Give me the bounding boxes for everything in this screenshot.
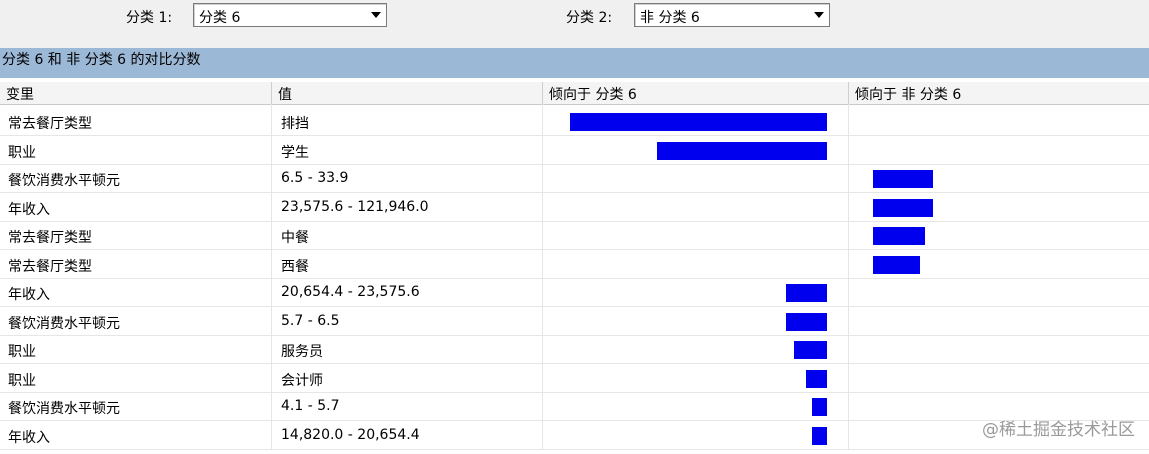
category1-label: 分类 1:: [126, 10, 173, 26]
table-row[interactable]: 常去餐厅类型 排挡: [0, 108, 1149, 136]
table-row[interactable]: 常去餐厅类型 中餐: [0, 222, 1149, 250]
row-value: 23,575.6 - 121,946.0: [281, 198, 429, 215]
table-row[interactable]: 餐饮消费水平顿元 6.5 - 33.9: [0, 165, 1149, 193]
table-row[interactable]: 年收入 20,654.4 - 23,575.6: [0, 279, 1149, 307]
column-header-favor-b[interactable]: 倾向于 非 分类 6: [855, 84, 961, 104]
row-variable: 常去餐厅类型: [8, 230, 92, 246]
row-value: 14,820.0 - 20,654.4: [281, 426, 420, 443]
column-header-favor-a[interactable]: 倾向于 分类 6: [549, 84, 637, 104]
table-row[interactable]: 年收入 14,820.0 - 20,654.4: [0, 422, 1149, 450]
category1-select[interactable]: 分类 6: [193, 3, 387, 27]
table-row[interactable]: 常去餐厅类型 西餐: [0, 251, 1149, 279]
row-variable: 餐饮消费水平顿元: [8, 173, 120, 189]
score-bar-favor-b: [873, 170, 933, 188]
category2-selected-value: 非 分类 6: [640, 10, 700, 26]
row-variable: 职业: [8, 144, 36, 161]
row-value: 排挡: [281, 116, 309, 132]
row-value: 6.5 - 33.9: [281, 170, 349, 186]
row-value: 5.7 - 6.5: [281, 312, 340, 329]
row-value: 中餐: [281, 230, 309, 246]
panel-title-bar: 分类 6 和 非 分类 6 的对比分数: [0, 48, 1149, 78]
score-bar-favor-a: [794, 341, 827, 359]
score-bar-favor-a: [657, 141, 827, 160]
category1-selected-value: 分类 6: [199, 10, 241, 26]
column-divider[interactable]: [542, 82, 543, 104]
score-bar-favor-a: [812, 426, 827, 445]
table-row[interactable]: 年收入 23,575.6 - 121,946.0: [0, 194, 1149, 222]
row-variable: 年收入: [8, 201, 50, 218]
toolbar: 分类 1: 分类 6 分类 2: 非 分类 6: [0, 0, 1149, 48]
row-variable: 常去餐厅类型: [8, 258, 92, 275]
table-row[interactable]: 餐饮消费水平顿元 4.1 - 5.7: [0, 393, 1149, 421]
table-row[interactable]: 职业 会计师: [0, 365, 1149, 393]
table-header: 变里 值 倾向于 分类 6 倾向于 非 分类 6: [0, 82, 1149, 105]
row-variable: 职业: [8, 344, 36, 360]
chevron-down-icon: [814, 12, 824, 18]
category2-label: 分类 2:: [566, 10, 613, 26]
table-row[interactable]: 职业 学生: [0, 137, 1149, 165]
column-gridline: [271, 104, 272, 450]
row-variable: 餐饮消费水平顿元: [8, 401, 120, 417]
column-gridline: [848, 104, 849, 450]
score-bar-favor-a: [570, 113, 827, 131]
row-variable: 职业: [8, 372, 36, 389]
row-variable: 年收入: [8, 287, 50, 303]
row-variable: 常去餐厅类型: [8, 116, 92, 132]
chevron-down-icon: [371, 12, 381, 18]
score-bar-favor-a: [786, 284, 827, 302]
column-header-variable[interactable]: 变里: [6, 84, 34, 104]
row-value: 20,654.4 - 23,575.6: [281, 284, 420, 300]
score-bar-favor-a: [806, 369, 827, 388]
row-variable: 餐饮消费水平顿元: [8, 315, 120, 332]
column-divider[interactable]: [271, 82, 272, 104]
score-bar-favor-b: [873, 227, 925, 245]
score-bar-favor-a: [812, 398, 827, 416]
row-value: 会计师: [281, 372, 323, 389]
category2-select[interactable]: 非 分类 6: [634, 3, 830, 27]
table-row[interactable]: 职业 服务员: [0, 336, 1149, 364]
row-value: 4.1 - 5.7: [281, 398, 340, 414]
table-row[interactable]: 餐饮消费水平顿元 5.7 - 6.5: [0, 308, 1149, 336]
column-divider[interactable]: [848, 82, 849, 104]
score-bar-favor-a: [786, 312, 827, 331]
row-value: 西餐: [281, 258, 309, 275]
score-bar-favor-b: [873, 255, 920, 274]
column-header-value[interactable]: 值: [278, 84, 292, 104]
watermark: @稀土掘金技术社区: [982, 420, 1135, 440]
row-value: 服务员: [281, 344, 323, 360]
panel-title: 分类 6 和 非 分类 6 的对比分数: [2, 52, 201, 68]
column-gridline: [542, 104, 543, 450]
row-value: 学生: [281, 144, 309, 161]
score-bar-favor-b: [873, 198, 933, 217]
row-variable: 年收入: [8, 429, 50, 446]
